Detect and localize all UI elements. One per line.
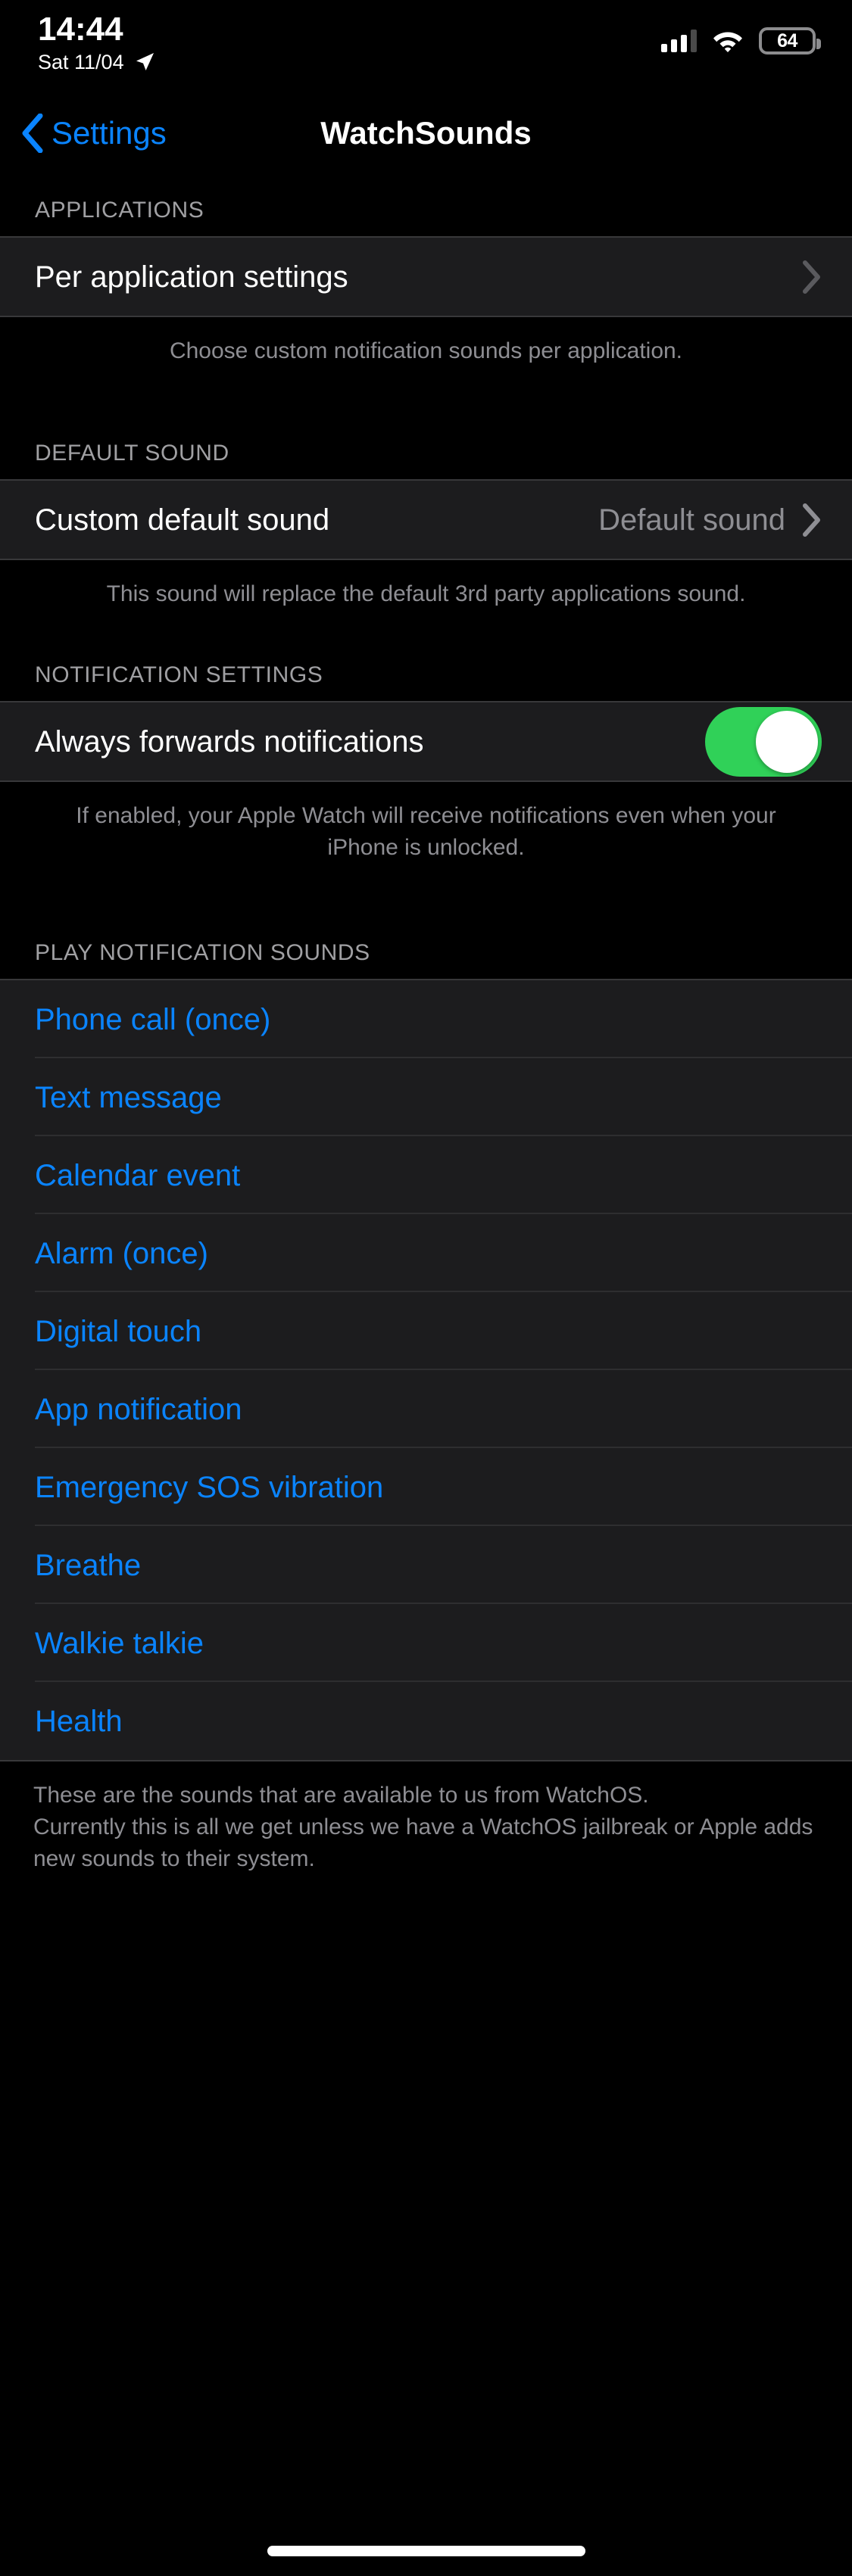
sound-row-label: Calendar event <box>35 1158 241 1192</box>
default-sound-group: Custom default sound Default sound <box>0 479 852 560</box>
sound-row-label: Walkie talkie <box>35 1626 204 1660</box>
footer-notification-settings: If enabled, your Apple Watch will receiv… <box>0 782 852 864</box>
always-forwards-notifications-toggle[interactable] <box>705 706 822 777</box>
iphone-settings-screen: 14:44 Sat 11/04 64 Settings WatchSounds … <box>0 0 852 2576</box>
sound-row[interactable]: Calendar event <box>0 1136 852 1214</box>
cellular-signal-icon <box>661 30 697 52</box>
status-bar-date: Sat 11/04 <box>38 51 124 73</box>
footer-text: If enabled, your Apple Watch will receiv… <box>76 803 776 860</box>
section-header-play-notification-sounds: PLAY NOTIFICATION SOUNDS <box>35 940 370 965</box>
sound-row[interactable]: Alarm (once) <box>0 1214 852 1292</box>
toggle-knob <box>756 710 818 773</box>
sound-row-label: Breathe <box>35 1548 142 1582</box>
navigation-bar: Settings WatchSounds <box>0 98 852 168</box>
footer-text-line1: These are the sounds that are available … <box>33 1783 649 1808</box>
page-title: WatchSounds <box>320 115 532 151</box>
row-label: Always forwards notifications <box>35 724 424 758</box>
row-per-application-settings[interactable]: Per application settings <box>0 238 852 316</box>
wifi-icon <box>713 32 742 52</box>
sound-row[interactable]: Digital touch <box>0 1292 852 1370</box>
sound-row-label: Phone call (once) <box>35 1002 271 1036</box>
section-header-default-sound: DEFAULT SOUND <box>35 441 229 466</box>
footer-applications: Choose custom notification sounds per ap… <box>0 317 852 367</box>
footer-default-sound: This sound will replace the default 3rd … <box>0 560 852 610</box>
footer-text: This sound will replace the default 3rd … <box>106 581 746 606</box>
row-value: Default sound <box>598 503 785 537</box>
sound-row-label: Health <box>35 1704 123 1738</box>
sound-row[interactable]: Emergency SOS vibration <box>0 1448 852 1526</box>
section-header-notification-settings: NOTIFICATION SETTINGS <box>35 662 323 687</box>
notification-settings-group: Always forwards notifications <box>0 701 852 782</box>
footer-text: Choose custom notification sounds per ap… <box>169 338 683 363</box>
row-always-forwards-notifications[interactable]: Always forwards notifications <box>0 702 852 780</box>
status-bar-date-row: Sat 11/04 <box>38 50 156 74</box>
sound-row[interactable]: Breathe <box>0 1526 852 1604</box>
sound-row[interactable]: Phone call (once) <box>0 980 852 1058</box>
sound-row[interactable]: App notification <box>0 1370 852 1448</box>
row-label: Custom default sound <box>35 503 330 537</box>
status-bar-left: 14:44 Sat 11/04 <box>38 11 156 74</box>
sound-row-label: Text message <box>35 1080 222 1114</box>
status-bar: 14:44 Sat 11/04 64 <box>0 0 852 98</box>
sound-row[interactable]: Text message <box>0 1058 852 1136</box>
chevron-right-icon <box>803 260 820 294</box>
chevron-right-icon <box>803 503 820 537</box>
status-bar-right: 64 <box>661 27 821 55</box>
row-label: Per application settings <box>35 260 348 294</box>
battery-percent-label: 64 <box>777 30 797 51</box>
footer-play-notification-sounds: These are the sounds that are available … <box>0 1761 852 1875</box>
row-custom-default-sound[interactable]: Custom default sound Default sound <box>0 481 852 559</box>
sound-row-label: Emergency SOS vibration <box>35 1470 384 1504</box>
applications-group: Per application settings <box>0 236 852 317</box>
sound-row-label: Alarm (once) <box>35 1236 208 1270</box>
sound-row-label: App notification <box>35 1392 242 1426</box>
sound-row-label: Digital touch <box>35 1314 202 1348</box>
sound-row[interactable]: Walkie talkie <box>0 1604 852 1682</box>
status-bar-clock: 14:44 <box>38 11 123 48</box>
play-notification-sounds-list: Phone call (once) Text message Calendar ev… <box>0 979 852 1761</box>
home-indicator[interactable] <box>267 2546 585 2556</box>
sound-row[interactable]: Health <box>0 1682 852 1760</box>
battery-icon: 64 <box>759 27 821 55</box>
location-arrow-icon <box>136 53 154 70</box>
section-header-applications: APPLICATIONS <box>35 198 204 223</box>
footer-text-line2: Currently this is all we get unless we h… <box>33 1814 813 1871</box>
